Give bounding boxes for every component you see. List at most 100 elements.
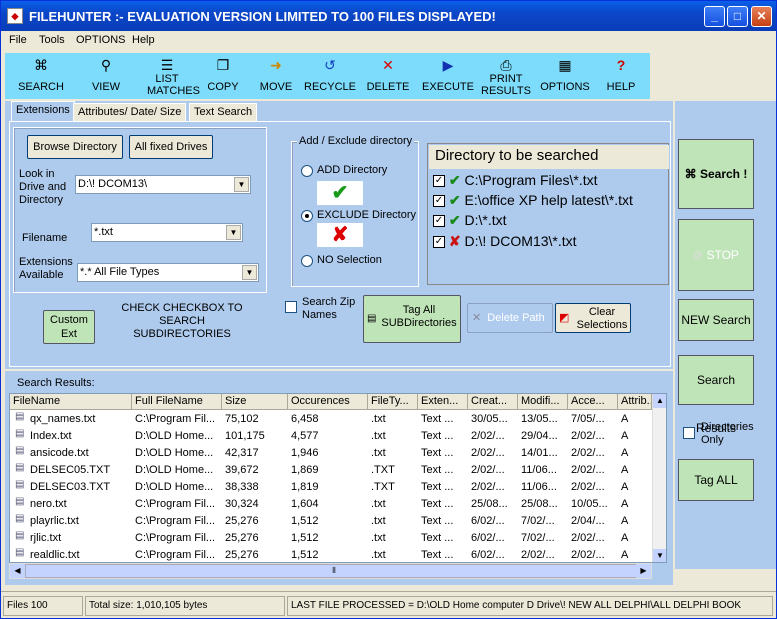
chevron-down-icon[interactable]: ▼	[242, 265, 257, 280]
column-header[interactable]: Full FileName	[132, 394, 222, 410]
column-header[interactable]: Acce...	[568, 394, 618, 410]
options-tool-button[interactable]: ▦ OPTIONS	[537, 53, 593, 99]
table-cell: 13/05...	[521, 413, 558, 425]
tab-text-search[interactable]: Text Search	[189, 103, 258, 121]
menu-tools[interactable]: Tools	[39, 34, 65, 46]
table-cell: 2/02/...	[571, 430, 605, 442]
menu-options[interactable]: OPTIONS	[76, 34, 126, 46]
delete-tool-button[interactable]: ✕ DELETE	[363, 53, 413, 99]
filename-value: *.txt	[94, 226, 113, 238]
table-row[interactable]: ▤ Index.txt D:\OLD Home... 101,175 4,577 .txt…	[10, 428, 652, 445]
all-fixed-drives-button[interactable]: All fixed Drives	[129, 135, 213, 159]
column-header[interactable]: Modifi...	[518, 394, 568, 410]
scroll-down-icon[interactable]: ▼	[653, 549, 666, 562]
table-row[interactable]: ▤ DELSEC03.TXT D:\OLD Home... 38,338 1,819 .T…	[10, 479, 652, 496]
column-header[interactable]: Creat...	[468, 394, 518, 410]
delete-path-button[interactable]: ✕ Delete Path	[467, 303, 553, 333]
table-row[interactable]: ▤ rjlic.txt C:\Program Fil... 25,276 1,512 .t…	[10, 530, 652, 547]
no-selection-radio[interactable]	[301, 255, 313, 267]
checkbox-icon[interactable]: ✓	[433, 215, 445, 228]
search-button-label: Search !	[699, 167, 748, 181]
table-cell: 7/05/...	[571, 413, 605, 425]
chevron-down-icon[interactable]: ▼	[234, 177, 249, 192]
results-grid[interactable]: FileName Full FileName Size Occurences F…	[9, 393, 667, 563]
list-item[interactable]: ✓ ✔ C:\Program Files\*.txt	[433, 172, 598, 189]
table-cell: A	[621, 498, 629, 510]
column-header[interactable]: FileTy...	[368, 394, 418, 410]
column-header[interactable]: FileName	[10, 394, 132, 410]
extensions-combo[interactable]: *.* All File Types ▼	[77, 263, 259, 282]
tab-extensions[interactable]: Extensions	[11, 101, 75, 122]
extensions-value: *.* All File Types	[80, 266, 160, 278]
help-tool-button[interactable]: ? HELP	[599, 53, 643, 99]
table-cell: 6/02/...	[471, 532, 505, 544]
tag-all-button[interactable]: Tag ALL	[678, 459, 754, 501]
table-row[interactable]: ▤ ansicode.txt D:\OLD Home... 42,317 1,946 .t…	[10, 445, 652, 462]
table-cell: Text ...	[421, 532, 454, 544]
vertical-scrollbar[interactable]: ▲ ▼	[652, 394, 666, 562]
menu-file[interactable]: File	[9, 34, 27, 46]
filename-combo[interactable]: *.txt ▼	[91, 223, 243, 242]
new-search-button[interactable]: NEW Search	[678, 299, 754, 341]
maximize-button[interactable]: □	[727, 6, 748, 27]
search-results-button[interactable]: Search Results	[678, 355, 754, 435]
stop-button[interactable]: ⊘ STOP	[678, 219, 754, 291]
table-row[interactable]: ▤ nero.txt C:\Program Fil... 30,324 1,604 .tx…	[10, 496, 652, 513]
directory-list[interactable]: Directory to be searched ✓ ✔ C:\Program …	[427, 143, 669, 285]
tag-all-subdirectories-button[interactable]: ▤ Tag All SUBDirectories	[363, 295, 461, 343]
list-matches-tool-button[interactable]: ☰ LIST MATCHES	[139, 53, 200, 99]
custom-ext-button[interactable]: Custom Ext	[43, 310, 95, 344]
table-cell: 2/02/...	[521, 549, 555, 561]
column-header[interactable]: Size	[222, 394, 288, 410]
table-row[interactable]: ▤ playrlic.txt C:\Program Fil... 25,276 1,51…	[10, 513, 652, 530]
clear-selections-button[interactable]: ◩ Clear Selections	[555, 303, 631, 333]
view-tool-button[interactable]: ⚲ VIEW	[77, 53, 135, 99]
directories-only-checkbox[interactable]	[683, 427, 695, 439]
list-item[interactable]: ✓ ✘ D:\! DCOM13\*.txt	[433, 233, 577, 250]
browse-directory-button[interactable]: Browse Directory	[27, 135, 123, 159]
horizontal-scrollbar[interactable]: ◀ ⦀ ▶	[9, 563, 652, 579]
menu-help[interactable]: Help	[132, 34, 155, 46]
look-in-combo[interactable]: D:\! DCOM13\ ▼	[75, 175, 251, 194]
print-results-tool-button[interactable]: ⎙ PRINT RESULTS	[479, 53, 533, 99]
checkbox-icon[interactable]: ✓	[433, 236, 445, 249]
search-button[interactable]: ⌘ Search !	[678, 139, 754, 209]
column-header[interactable]: Exten...	[418, 394, 468, 410]
table-cell: C:\Program Fil...	[135, 413, 216, 425]
list-item[interactable]: ✓ ✔ E:\office XP help latest\*.txt	[433, 192, 633, 209]
table-cell: .txt	[371, 447, 386, 459]
no-selection-label: NO Selection	[317, 254, 382, 266]
recycle-tool-button[interactable]: ↺ RECYCLE	[303, 53, 357, 99]
scroll-up-icon[interactable]: ▲	[653, 394, 666, 408]
table-row[interactable]: ▤ qx_names.txt C:\Program Fil... 75,102 6,45…	[10, 411, 652, 428]
copy-icon: ❐	[216, 57, 230, 73]
minimize-button[interactable]: _	[704, 6, 725, 27]
table-row[interactable]: ▤ DELSEC05.TXT D:\OLD Home... 39,672 1,869 .T…	[10, 462, 652, 479]
scroll-right-icon[interactable]: ▶	[636, 564, 651, 578]
column-header[interactable]: Attrib...	[618, 394, 652, 410]
scroll-thumb[interactable]: ⦀	[25, 564, 643, 578]
search-tool-button[interactable]: ⌘ SEARCH	[11, 53, 71, 99]
close-button[interactable]: ✕	[751, 6, 772, 27]
chevron-down-icon[interactable]: ▼	[226, 225, 241, 240]
execute-tool-button[interactable]: ▶ EXECUTE	[419, 53, 477, 99]
table-cell: playrlic.txt	[30, 515, 79, 527]
copy-tool-button[interactable]: ❐ COPY	[199, 53, 247, 99]
add-directory-radio[interactable]	[301, 165, 313, 177]
column-header[interactable]: Occurences	[288, 394, 368, 410]
list-item[interactable]: ✓ ✔ D:\*.txt	[433, 212, 507, 229]
table-cell: 25,276	[225, 532, 259, 544]
exclude-directory-radio[interactable]	[301, 210, 313, 222]
tab-attributes[interactable]: Attributes/ Date/ Size	[73, 103, 187, 121]
move-tool-button[interactable]: ➜ MOVE	[253, 53, 299, 99]
scroll-left-icon[interactable]: ◀	[10, 564, 25, 578]
add-directory-label: ADD Directory	[317, 164, 388, 176]
checkbox-icon[interactable]: ✓	[433, 195, 445, 208]
title-bar[interactable]: ◆ FILEHUNTER :- EVALUATION VERSION LIMIT…	[1, 1, 776, 31]
table-row[interactable]: ▤ realdlic.txt C:\Program Fil... 25,276 1,51…	[10, 547, 652, 562]
search-zip-checkbox[interactable]	[285, 301, 297, 313]
table-cell: 6/02/...	[471, 515, 505, 527]
tag-all-subdirectories-label: Tag All SUBDirectories	[381, 304, 457, 329]
table-cell: 1,512	[291, 549, 319, 561]
checkbox-icon[interactable]: ✓	[433, 175, 445, 188]
